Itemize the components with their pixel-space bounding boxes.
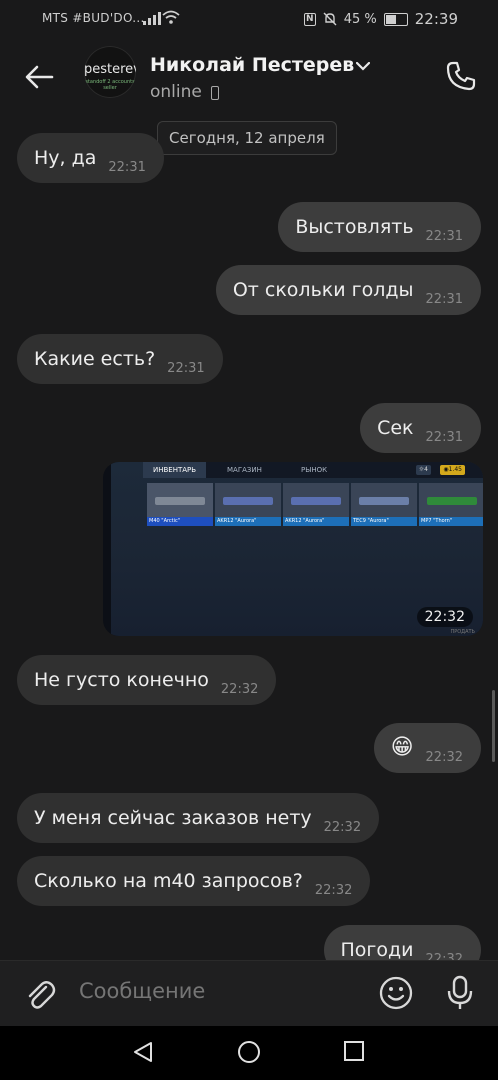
message-text: От скольки голды xyxy=(232,279,414,301)
message-bubble-incoming[interactable]: Какие есть? 22:31 xyxy=(17,334,223,384)
muted-bell-icon xyxy=(323,12,337,26)
weapon-label: TEC9 "Aurora" xyxy=(351,517,417,526)
weapon-card: AKR12 "Aurora" xyxy=(283,483,349,526)
message-time: 22:31 xyxy=(167,361,205,376)
scrollbar[interactable] xyxy=(492,690,495,762)
avatar-title: pesterev xyxy=(84,62,136,77)
back-arrow-icon[interactable] xyxy=(22,60,56,94)
weapon-label: M40 "Arctic" xyxy=(147,517,213,526)
wifi-icon xyxy=(162,10,180,24)
microphone-icon[interactable] xyxy=(446,975,474,1011)
signal-icon xyxy=(143,11,161,25)
battery-icon xyxy=(383,12,408,26)
game-tab: ИНВЕНТАРЬ xyxy=(143,462,207,478)
game-tab: МАГАЗИН xyxy=(227,466,262,474)
message-bubble-incoming[interactable]: Ну, да 22:31 xyxy=(17,133,164,183)
weapon-label: MP7 "Thorn" xyxy=(419,517,483,526)
message-bubble-outgoing[interactable]: От скольки голды 22:31 xyxy=(215,265,481,315)
date-separator: Сегодня, 12 апреля xyxy=(157,121,337,155)
system-navigation-bar xyxy=(0,1026,498,1080)
avatar[interactable]: pesterev standoff 2 accounts seller xyxy=(84,46,136,98)
weapon-card: TEC9 "Aurora" xyxy=(351,483,417,526)
nfc-icon: N xyxy=(303,12,316,26)
weapon-card: AKR12 "Aurora" xyxy=(215,483,281,526)
message-text: Сколько на m40 запросов? xyxy=(34,870,303,892)
nav-home-icon[interactable] xyxy=(237,1040,261,1064)
message-bubble-incoming[interactable]: Не густо конечно 22:32 xyxy=(17,655,277,705)
message-text: У меня сейчас заказов нету xyxy=(34,807,312,829)
message-text: Сек xyxy=(377,417,414,439)
game-tabs: ИНВЕНТАРЬ МАГАЗИН РЫНОК ☼4 ◉1.45 xyxy=(143,462,483,478)
message-bubble-outgoing[interactable]: 😁 22:32 xyxy=(373,723,481,773)
currency-badge: ☼4 xyxy=(415,465,431,475)
nav-back-icon[interactable] xyxy=(131,1040,155,1064)
message-text: Не густо конечно xyxy=(34,669,209,691)
contact-status: online xyxy=(150,82,202,102)
weapon-label: AKR12 "Aurora" xyxy=(215,517,281,526)
game-tab: РЫНОК xyxy=(301,466,328,474)
battery-percent: 45 % xyxy=(343,11,377,27)
message-time: 22:32 xyxy=(314,883,353,898)
avatar-subtitle: standoff 2 accounts seller xyxy=(85,79,135,91)
message-time: 22:31 xyxy=(108,160,146,175)
status-bar: MTS #BUD'DO... N 45 % 22:39 xyxy=(0,0,498,38)
message-time: 22:31 xyxy=(425,292,463,307)
message-emoji: 😁 xyxy=(390,735,414,760)
chat-header: pesterev standoff 2 accounts seller Нико… xyxy=(0,38,498,116)
carrier-label: MTS #BUD'DO... xyxy=(42,11,145,25)
message-bubble-incoming[interactable]: У меня сейчас заказов нету 22:32 xyxy=(17,793,380,843)
message-text: Какие есть? xyxy=(34,348,156,370)
contact-name[interactable]: Николай Пестерев xyxy=(150,54,354,76)
weapon-card: M40 "Arctic" xyxy=(147,483,213,526)
message-composer xyxy=(0,960,498,1027)
message-input[interactable] xyxy=(79,979,359,1003)
mobile-device-icon xyxy=(211,86,219,100)
weapon-card: MP7 "Thorn" xyxy=(419,483,483,526)
message-bubble-outgoing[interactable]: Сек 22:31 xyxy=(360,403,481,453)
message-time: 22:32 xyxy=(425,750,463,765)
nav-recents-icon[interactable] xyxy=(343,1040,365,1062)
message-bubble-outgoing[interactable]: Выстовлять 22:31 xyxy=(278,202,481,252)
message-time: 22:32 xyxy=(220,682,259,697)
photo-time: 22:32 xyxy=(416,607,473,627)
clock: 22:39 xyxy=(414,10,458,28)
emoji-icon[interactable] xyxy=(379,976,413,1010)
game-footer-text: ПРОДАТЬ xyxy=(450,629,475,635)
message-time: 22:31 xyxy=(425,229,463,244)
phone-call-icon[interactable] xyxy=(445,60,477,92)
message-text: Ну, да xyxy=(34,147,97,169)
paperclip-icon[interactable] xyxy=(24,978,56,1012)
message-bubble-incoming[interactable]: Сколько на m40 запросов? 22:32 xyxy=(17,856,371,906)
weapon-label: AKR12 "Aurora" xyxy=(283,517,349,526)
photo-message[interactable]: ИНВЕНТАРЬ МАГАЗИН РЫНОК ☼4 ◉1.45 M40 "Ar… xyxy=(103,462,483,636)
chevron-down-icon[interactable] xyxy=(356,62,370,71)
message-time: 22:31 xyxy=(425,430,463,445)
message-time: 22:32 xyxy=(323,820,362,835)
gold-badge: ◉1.45 xyxy=(440,465,465,475)
message-text: Выстовлять xyxy=(295,216,414,238)
